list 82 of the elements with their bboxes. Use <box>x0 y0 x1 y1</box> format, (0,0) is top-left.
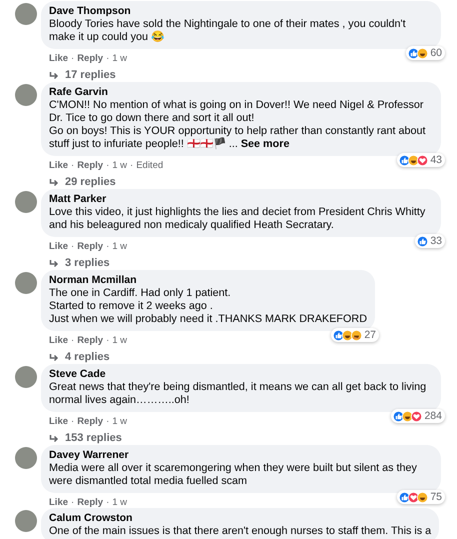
avatar[interactable] <box>15 84 37 106</box>
comment-time: 1 w <box>112 241 128 252</box>
reaction-count: 27 <box>364 329 376 341</box>
comment-text: Great news that they're being dismantled, it means we can all get back to living normal lives again………..oh! <box>49 381 428 407</box>
comment-author[interactable]: Steve Cade <box>49 368 433 381</box>
view-replies-link[interactable]: 3 replies <box>41 252 110 270</box>
reactions-summary[interactable]: 284 <box>391 409 445 423</box>
reaction-count: 43 <box>430 154 442 166</box>
comment-author[interactable]: Matt Parker <box>49 193 433 206</box>
thumbs-up-icon <box>417 236 428 246</box>
heart-icon <box>417 154 428 166</box>
comment-author[interactable]: Calum Crowston <box>49 512 432 525</box>
reaction-count: 60 <box>430 47 442 59</box>
reactions-summary[interactable]: 27 <box>331 328 380 342</box>
separator-dot: · <box>106 416 110 427</box>
like-link[interactable]: Like <box>49 241 68 252</box>
reaction-count: 284 <box>424 410 442 422</box>
separator-dot: · <box>71 53 74 64</box>
avatar[interactable] <box>15 366 37 388</box>
comment-text: Love this video, it just highlights the lies and deciet from President Chris Whitty and his beleagured non medicaly qualified Heath Secratary. <box>49 206 426 232</box>
view-replies-link[interactable]: 29 replies <box>41 171 116 189</box>
separator-dot: · <box>71 416 74 427</box>
separator-dot: · <box>106 53 110 64</box>
reply-link[interactable]: Reply <box>77 497 104 508</box>
reply-arrow-icon <box>49 178 59 186</box>
reaction-count: 75 <box>430 491 442 503</box>
reply-link[interactable]: Reply <box>77 160 104 171</box>
like-link[interactable]: Like <box>49 416 68 427</box>
separator-dot: · <box>106 335 110 346</box>
separator-dot: · <box>130 160 134 171</box>
avatar[interactable] <box>15 272 37 294</box>
edited-label: Edited <box>136 160 164 171</box>
avatar[interactable] <box>15 510 37 532</box>
comment-author[interactable]: Rafe Garvin <box>49 86 433 99</box>
laughing-emoji-icon <box>417 48 428 58</box>
separator-dot: · <box>71 335 74 346</box>
avatar[interactable] <box>15 447 37 469</box>
comment-author[interactable]: Dave Thompson <box>49 5 433 18</box>
reply-arrow-icon <box>49 434 59 442</box>
reactions-summary[interactable]: 75 <box>397 490 445 504</box>
comment-text: The one in Cardiff. Had only 1 patient. Started to remove it 2 weeks ago . Just when we will probably need it .THANKS MARK DRAKEFORD <box>49 287 368 326</box>
comment-time: 1 w <box>112 160 128 171</box>
avatar[interactable] <box>15 3 37 25</box>
reactions-summary[interactable]: 60 <box>406 46 445 60</box>
avatar[interactable] <box>15 191 37 213</box>
like-link[interactable]: Like <box>49 335 68 346</box>
separator-dot: · <box>71 160 74 171</box>
reactions-summary[interactable]: 33 <box>415 234 445 248</box>
view-replies-link[interactable]: 153 replies <box>41 427 122 445</box>
separator-dot: · <box>71 241 74 252</box>
like-link[interactable]: Like <box>49 53 68 64</box>
view-replies-link[interactable]: 4 replies <box>41 346 110 364</box>
comment-time: 1 w <box>112 53 128 64</box>
comment-time: 1 w <box>112 335 128 346</box>
comment-author[interactable]: Davey Warrener <box>49 449 433 462</box>
separator-dot: · <box>106 241 110 252</box>
reaction-count: 33 <box>430 235 442 247</box>
reply-link[interactable]: Reply <box>77 53 104 64</box>
comment-text: One of the main issues is that there aren't enough nurses to staff them. This is a <box>49 525 432 538</box>
comment-time: 1 w <box>112 416 128 427</box>
comment-text: Bloody Tories have sold the Nightingale to one of their mates , you couldn't make it up could you 😂 <box>49 18 407 44</box>
reply-link[interactable]: Reply <box>77 241 104 252</box>
like-link[interactable]: Like <box>49 497 68 508</box>
see-more-link[interactable]: See more <box>240 138 290 150</box>
separator-dot: · <box>106 497 110 508</box>
separator-dot: · <box>71 497 74 508</box>
reactions-summary[interactable]: 43 <box>397 153 445 167</box>
reply-link[interactable]: Reply <box>77 335 104 346</box>
laughing-emoji-icon <box>417 492 428 502</box>
reply-arrow-icon <box>49 72 59 80</box>
comment-time: 1 w <box>112 497 128 508</box>
comment-text: C'MON!! No mention of what is going on in Dover!! We need Nigel & Professor Dr. Tice to go down there and sort it all out! Go on boys! This is YOUR opportunity to help rather than constantly rant about stuff just to infuriate people!! 🏴󠁧󠁢󠁥󠁮󠁧󠁿🏴󠁧󠁢󠁥󠁮󠁧󠁿🏴 ... See more <box>49 99 427 151</box>
reply-arrow-icon <box>49 354 59 362</box>
reply-arrow-icon <box>49 260 59 268</box>
comment-text: Media were all over it scaremongering when they were built but silent as they were dismantled total media fuelled scam <box>49 462 418 488</box>
heart-icon <box>411 410 422 422</box>
like-link[interactable]: Like <box>49 160 68 171</box>
view-replies-link[interactable]: 17 replies <box>41 64 116 82</box>
comment-author[interactable]: Norman Mcmillan <box>49 274 368 287</box>
separator-dot: · <box>106 160 110 171</box>
hug-emoji-icon <box>351 330 362 340</box>
reply-link[interactable]: Reply <box>77 416 104 427</box>
